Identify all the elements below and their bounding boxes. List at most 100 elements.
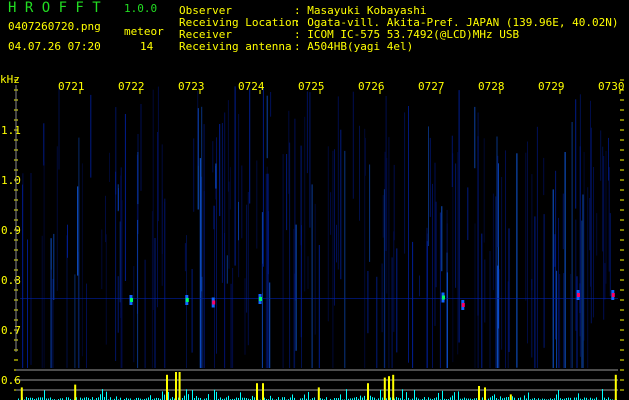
noise-streak	[571, 122, 573, 368]
detection-bar	[388, 376, 390, 400]
y-tick-label: 0.8	[1, 274, 21, 287]
noise-streak	[337, 96, 339, 270]
noise-streak	[439, 212, 441, 368]
noise-streak	[603, 156, 605, 320]
noise-streak	[238, 201, 239, 241]
noise-streak	[224, 112, 226, 368]
noise-streak	[334, 149, 335, 306]
noise-streak	[579, 94, 581, 357]
x-tick-label: 0724	[238, 80, 265, 93]
noise-streak	[199, 158, 201, 368]
noise-streak	[53, 233, 55, 300]
noise-streak	[575, 219, 577, 331]
noise-streak	[309, 92, 311, 228]
hrofft-screen: H R O F F T 1.0.0 0407260720.png meteor …	[0, 0, 629, 400]
detection-bar	[256, 383, 258, 400]
noise-streak	[269, 282, 271, 368]
noise-streak	[56, 146, 58, 291]
noise-streak	[451, 135, 453, 187]
noise-streak	[43, 123, 45, 166]
meteor-echo	[461, 303, 465, 307]
count-bar	[458, 391, 459, 400]
noise-streak	[507, 281, 509, 368]
noise-streak	[609, 213, 611, 297]
noise-streak	[191, 269, 193, 353]
count-bar	[512, 396, 513, 400]
noise-streak	[203, 124, 205, 368]
noise-streak	[496, 136, 498, 368]
x-tick-label: 0726	[358, 80, 385, 93]
noise-streak	[477, 136, 479, 316]
noise-streak	[90, 94, 92, 178]
count-bar	[346, 389, 347, 400]
meteor-echo	[130, 298, 133, 302]
noise-streak	[261, 263, 263, 294]
noise-streak	[388, 137, 390, 368]
noise-streak	[161, 189, 163, 254]
noise-streak	[608, 167, 610, 272]
count-bar	[340, 394, 341, 400]
noise-streak	[77, 186, 79, 276]
count-bar	[208, 394, 209, 400]
noise-streak	[241, 165, 243, 239]
noise-streak	[543, 214, 545, 348]
noise-streak	[384, 151, 386, 368]
noise-streak	[365, 137, 366, 176]
detection-bar	[478, 386, 480, 400]
count-bar	[116, 396, 117, 400]
noise-streak	[531, 279, 533, 358]
noise-streak	[604, 263, 606, 300]
noise-streak	[27, 239, 28, 368]
noise-streak	[396, 248, 398, 353]
x-tick-label: 0727	[418, 80, 445, 93]
noise-streak	[376, 276, 378, 368]
spectrogram: 1.11.00.90.80.70.60721 0722 0723 0724 0725 07…	[1, 79, 625, 400]
noise-streak	[484, 259, 486, 323]
noise-streak	[590, 100, 591, 287]
noise-streak	[212, 141, 214, 173]
noise-streak	[602, 146, 604, 252]
noise-streak	[318, 245, 320, 368]
noise-streak	[474, 223, 476, 368]
noise-streak	[429, 137, 431, 217]
x-tick-label: 0723	[178, 80, 205, 93]
noise-streak	[124, 114, 126, 281]
detection-bar	[20, 387, 23, 400]
noise-streak	[474, 106, 476, 169]
noise-streak	[393, 164, 395, 241]
noise-streak	[226, 255, 228, 284]
noise-streak	[306, 91, 308, 174]
detection-bar	[178, 372, 181, 400]
noise-streak	[570, 273, 572, 368]
count-bar	[162, 391, 163, 400]
count-bar	[308, 391, 309, 400]
noise-streak	[230, 283, 232, 368]
noise-streak	[105, 234, 107, 345]
noise-streak	[101, 229, 103, 290]
noise-streak	[432, 183, 433, 368]
count-bar	[494, 394, 495, 400]
noise-streak	[246, 204, 248, 313]
noise-streak	[58, 86, 60, 170]
noise-streak	[22, 173, 24, 368]
count-bar	[402, 389, 403, 400]
noise-streak	[543, 157, 545, 196]
noise-streak	[247, 192, 249, 346]
noise-streak	[587, 187, 589, 368]
noise-streak	[184, 243, 186, 272]
count-bar	[492, 395, 493, 400]
count-bar	[558, 390, 559, 400]
noise-streak	[115, 171, 117, 361]
noise-streak	[197, 90, 199, 166]
noise-streak	[553, 259, 555, 318]
noise-streak	[428, 126, 429, 246]
carrier-line	[20, 298, 618, 299]
detection-bar	[367, 383, 369, 400]
noise-streak	[66, 235, 68, 368]
count-bar	[524, 395, 525, 400]
noise-streak	[74, 274, 76, 368]
noise-streak	[262, 87, 264, 267]
meteor-echo	[577, 293, 580, 297]
noise-streak	[157, 86, 159, 222]
count-bar	[184, 395, 185, 400]
